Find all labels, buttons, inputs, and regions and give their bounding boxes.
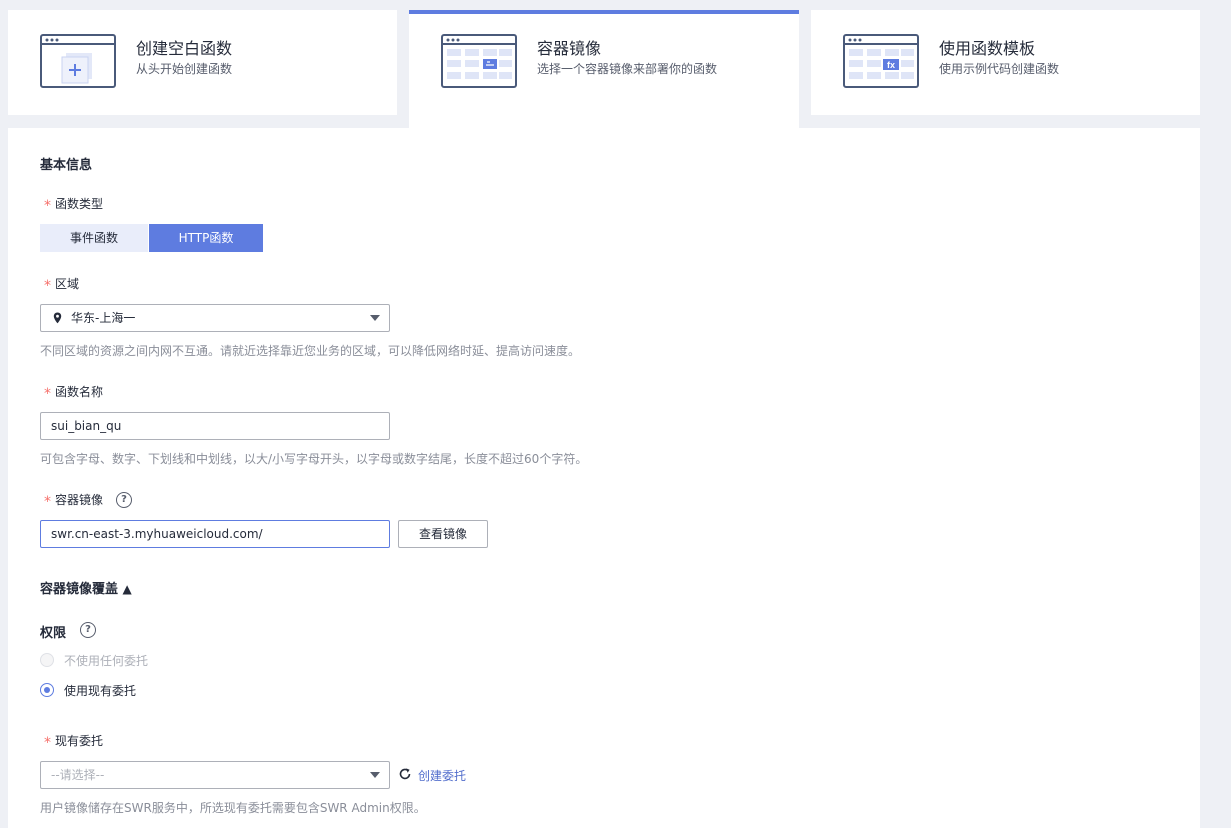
tab-title: 使用函数模板 (939, 39, 1036, 58)
view-image-button[interactable]: 查看镜像 (398, 520, 488, 548)
location-pin-icon (53, 312, 62, 324)
tab-function-template[interactable]: fx 使用函数模板 使用示例代码创建函数 (811, 10, 1200, 115)
svg-text:fx: fx (887, 60, 895, 70)
permission-title: 权限 (40, 626, 67, 641)
tab-subtitle: 使用示例代码创建函数 (939, 62, 1060, 76)
tab-title: 创建空白函数 (136, 39, 233, 58)
function-name-input[interactable]: sui_bian_qu (40, 412, 390, 440)
agency-select[interactable]: --请选择-- (40, 761, 390, 789)
region-value: 华东-上海一 (71, 311, 136, 325)
radio-no-agency (40, 653, 54, 667)
refresh-icon[interactable] (398, 767, 412, 781)
tab-subtitle: 从头开始创建函数 (136, 62, 233, 76)
radio-existing-agency-label[interactable]: 使用现有委托 (64, 682, 136, 699)
help-icon[interactable]: ? (116, 492, 132, 508)
required-mark: * (44, 494, 51, 510)
required-mark: * (44, 386, 51, 402)
chevron-down-icon (370, 315, 380, 321)
collapse-arrow-icon: ▲ (122, 582, 132, 596)
function-type-label: * 函数类型 (44, 197, 104, 214)
radio-existing-agency[interactable] (40, 683, 54, 697)
radio-no-agency-label: 不使用任何委托 (64, 654, 149, 668)
section-title: 基本信息 (40, 158, 93, 173)
function-name-hint: 可包含字母、数字、下划线和中划线，以大/小写字母开头，以字母或数字结尾，长度不超… (40, 452, 588, 466)
required-mark: * (44, 735, 51, 751)
required-mark: * (44, 278, 51, 294)
create-function-form: 基本信息 * 函数类型 事件函数 HTTP函数 * 区域 华东-上海一 不同区域的资… (8, 128, 1200, 828)
tab-blank-function[interactable]: 创建空白函数 从头开始创建函数 (8, 10, 397, 115)
function-name-label: * 函数名称 (44, 385, 104, 402)
container-image-illustration (441, 34, 517, 88)
create-agency-link[interactable]: 创建委托 (418, 767, 466, 784)
function-template-illustration: fx (843, 34, 919, 88)
required-mark: * (44, 198, 51, 214)
region-hint: 不同区域的资源之间内网不互通。请就近选择靠近您业务的区域，可以降低网络时延、提高… (40, 344, 581, 358)
create-mode-tabs: 创建空白函数 从头开始创建函数 容器镜像 选择一个容器镜像来部署你的函数 fx … (0, 0, 1231, 128)
function-type-http-option[interactable]: HTTP函数 (149, 224, 263, 252)
region-label: * 区域 (44, 277, 80, 294)
help-icon[interactable]: ? (80, 622, 96, 638)
function-type-event-option[interactable]: 事件函数 (40, 224, 148, 252)
tab-title: 容器镜像 (537, 39, 602, 58)
tab-subtitle: 选择一个容器镜像来部署你的函数 (537, 62, 718, 76)
agency-hint: 用户镜像储存在SWR服务中，所选现有委托需要包含SWR Admin权限。 (40, 801, 426, 815)
tab-container-image[interactable]: 容器镜像 选择一个容器镜像来部署你的函数 (409, 10, 799, 128)
blank-function-illustration (40, 34, 116, 88)
agency-label: * 现有委托 (44, 734, 104, 751)
region-select[interactable]: 华东-上海一 (40, 304, 390, 332)
container-image-input[interactable]: swr.cn-east-3.myhuaweicloud.com/ (40, 520, 390, 548)
agency-placeholder: --请选择-- (51, 768, 105, 782)
chevron-down-icon (370, 772, 380, 778)
container-image-label: * 容器镜像 (44, 493, 104, 510)
image-override-toggle[interactable]: 容器镜像覆盖 ▲ (40, 578, 132, 597)
